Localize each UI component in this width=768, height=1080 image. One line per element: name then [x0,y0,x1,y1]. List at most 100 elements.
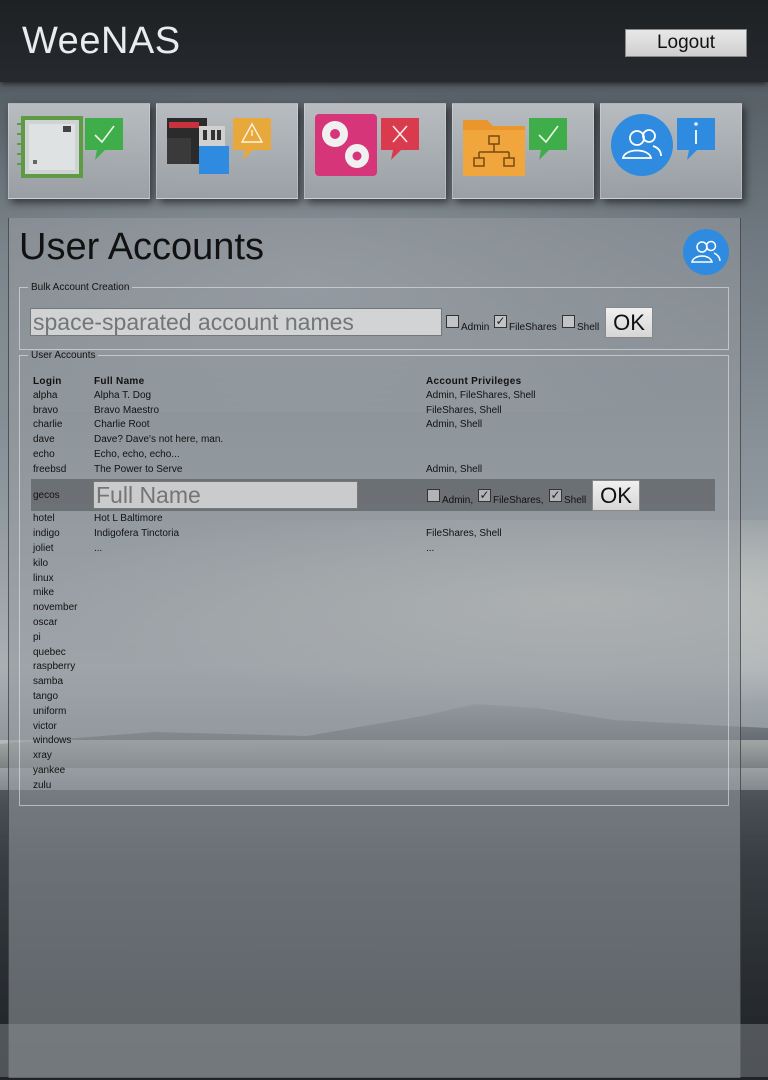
table-row[interactable]: indigo Indigofera Tinctoria FileShares, … [30,528,716,543]
page-title: User Accounts [19,226,264,268]
edit-fileshares-checkbox[interactable]: ✓ [478,489,491,502]
edit-login-cell: gecos [33,490,60,501]
users-tile[interactable] [600,103,742,199]
table-row[interactable]: linux [30,573,716,588]
privileges-cell: ... [426,543,435,554]
login-cell: freebsd [33,464,67,475]
table-row[interactable]: freebsd The Power to Serve Admin, Shell [30,464,716,479]
table-row[interactable]: samba [30,676,716,691]
full-name-cell: Hot L Baltimore [94,513,163,524]
bulk-legend: Bulk Account Creation [31,282,130,293]
logout-button[interactable]: Logout [625,29,747,57]
storage-tile[interactable] [156,103,298,199]
table-row[interactable]: alpha Alpha T. Dog Admin, FileShares, Sh… [30,390,716,405]
table-row[interactable]: dave Dave? Dave's not here, man. [30,434,716,449]
privileges-cell: Admin, FileShares, Shell [426,390,536,401]
login-cell: oscar [33,617,58,628]
app-title: WeeNAS [22,20,181,62]
login-cell: pi [33,632,41,643]
full-name-cell: Bravo Maestro [94,405,160,416]
edit-admin-checkbox[interactable] [427,489,440,502]
full-name-cell: ... [94,543,103,554]
table-row[interactable]: windows [30,735,716,750]
edit-shell-checkbox[interactable]: ✓ [549,489,562,502]
table-row[interactable]: pi [30,632,716,647]
table-row[interactable]: raspberry [30,661,716,676]
full-name-cell: Indigofera Tinctoria [94,528,180,539]
login-cell: windows [33,735,72,746]
login-cell: joliet [33,543,54,554]
table-row[interactable]: hotel Hot L Baltimore [30,513,716,528]
login-cell: uniform [33,706,67,717]
table-row[interactable]: kilo [30,558,716,573]
login-cell: quebec [33,647,66,658]
login-cell: raspberry [33,661,76,672]
login-cell: victor [33,721,57,732]
table-row[interactable]: zulu [30,780,716,795]
full-name-column-header: Full Name [94,376,145,387]
table-row[interactable]: bravo Bravo Maestro FileShares, Shell [30,405,716,420]
table-row[interactable]: echo Echo, echo, echo... [30,449,716,464]
edit-shell-label: Shell [564,495,587,506]
bulk-admin-label: Admin [461,322,490,333]
table-row[interactable]: quebec [30,647,716,662]
login-column-header: Login [33,376,62,387]
privileges-column-header: Account Privileges [426,376,522,387]
privileges-cell: FileShares, Shell [426,405,502,416]
services-tile[interactable] [304,103,446,199]
panel-footer-band [0,1024,768,1077]
table-row[interactable]: victor [30,721,716,736]
table-row[interactable]: november [30,602,716,617]
edit-fileshares-label: FileShares, [493,495,544,506]
privileges-cell: FileShares, Shell [426,528,502,539]
login-cell: kilo [33,558,49,569]
login-cell: november [33,602,78,613]
table-row[interactable]: oscar [30,617,716,632]
login-cell: linux [33,573,54,584]
top-bar: WeeNAS Logout [0,0,768,82]
full-name-input[interactable] [93,481,358,509]
login-cell: bravo [33,405,59,416]
login-cell: dave [33,434,55,445]
bulk-fileshares-checkbox[interactable]: ✓ [494,315,507,328]
table-row[interactable]: tango [30,691,716,706]
file-shares-tile[interactable] [452,103,594,199]
table-row[interactable]: charlie Charlie Root Admin, Shell [30,419,716,434]
bulk-admin-checkbox[interactable] [446,315,459,328]
error-status-icon [381,118,419,160]
full-name-cell: Dave? Dave's not here, man. [94,434,224,445]
privileges-cell: Admin, Shell [426,419,483,430]
full-name-cell: Alpha T. Dog [94,390,152,401]
login-cell: mike [33,587,55,598]
edit-admin-label: Admin, [442,495,474,506]
bulk-ok-button[interactable]: OK [605,307,653,338]
info-status-icon [677,118,715,160]
table-row[interactable]: yankee [30,765,716,780]
login-cell: alpha [33,390,58,401]
login-cell: hotel [33,513,55,524]
table-row[interactable]: uniform [30,706,716,721]
bulk-fileshares-label: FileShares [509,322,557,333]
full-name-cell: Charlie Root [94,419,150,430]
ok-status-icon [85,118,123,160]
login-cell: xray [33,750,52,761]
login-cell: charlie [33,419,63,430]
login-cell: samba [33,676,64,687]
bulk-names-input[interactable] [30,308,442,336]
login-cell: yankee [33,765,66,776]
login-cell: indigo [33,528,60,539]
edit-ok-button[interactable]: OK [592,480,640,511]
table-row[interactable]: mike [30,587,716,602]
full-name-cell: The Power to Serve [94,464,183,475]
bulk-shell-checkbox[interactable] [562,315,575,328]
accounts-legend: User Accounts [31,350,96,361]
users-icon [683,229,729,275]
login-cell: tango [33,691,59,702]
bulk-shell-label: Shell [577,322,600,333]
system-tile[interactable] [8,103,150,199]
table-row[interactable]: xray [30,750,716,765]
login-cell: echo [33,449,55,460]
table-row[interactable]: joliet ... ... [30,543,716,558]
warning-status-icon [233,118,271,160]
login-cell: zulu [33,780,52,791]
